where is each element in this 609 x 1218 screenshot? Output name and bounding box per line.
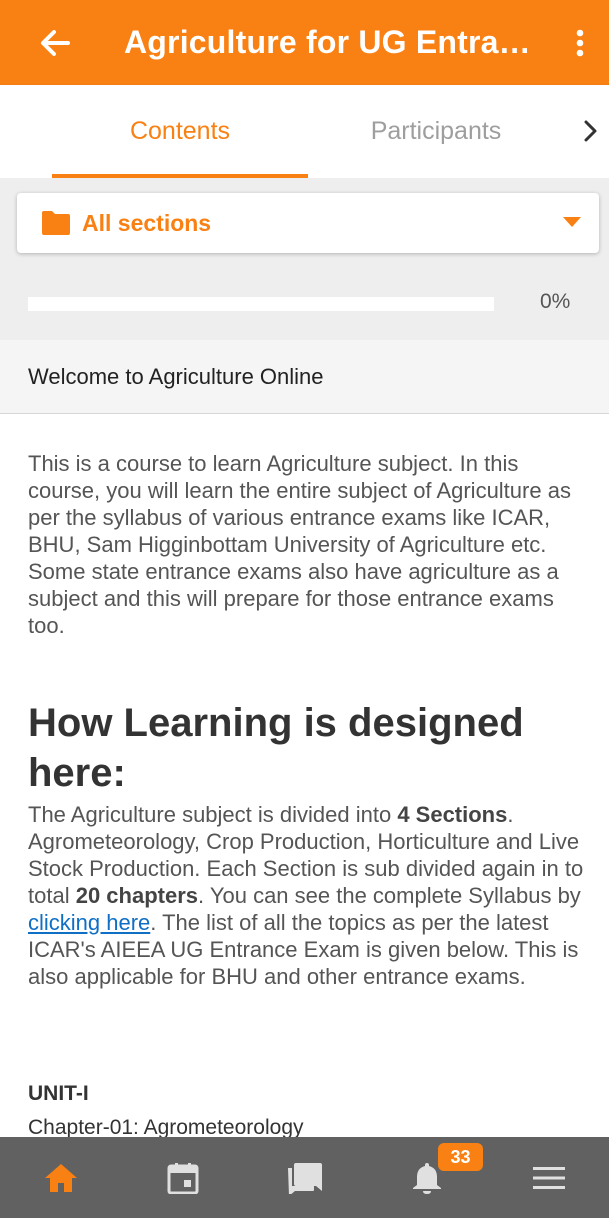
app-bar: Agriculture for UG Entrance Exams [0, 0, 609, 85]
course-progress-bar [28, 297, 494, 311]
tab-participants[interactable]: Participants [308, 85, 564, 178]
course-title: Agriculture for UG Entrance Exams [124, 24, 534, 60]
home-icon [45, 1163, 77, 1192]
course-intro-text: This is a course to learn Agriculture su… [28, 451, 571, 638]
back-button[interactable] [28, 16, 82, 70]
notification-count-badge: 33 [438, 1143, 483, 1171]
nav-messages-button[interactable] [244, 1137, 366, 1218]
bottom-navigation [0, 1137, 609, 1218]
section-header[interactable]: Welcome to Agriculture Online [0, 340, 609, 414]
folder-icon [42, 211, 70, 235]
tab-contents[interactable]: Contents [52, 85, 308, 178]
more-options-button[interactable] [565, 20, 595, 66]
design-text-3: . You can see the complete Syllabus by [198, 883, 581, 908]
calendar-icon [167, 1162, 199, 1194]
hamburger-menu-icon [533, 1166, 565, 1189]
nav-home-button[interactable] [0, 1137, 122, 1218]
tab-bar: Contents Participants [0, 85, 609, 178]
messages-icon [288, 1162, 322, 1194]
section-selector-label: All sections [82, 209, 212, 236]
arrow-left-icon [41, 29, 70, 56]
course-progress-text: 0% [540, 290, 571, 313]
section-selector[interactable]: All sections [17, 193, 599, 253]
design-text-1: The Agriculture subject is divided into [28, 802, 398, 827]
section-title: Welcome to Agriculture Online [28, 363, 324, 389]
chapters-count: 20 chapters [75, 883, 198, 908]
nav-menu-button[interactable] [488, 1137, 609, 1218]
chevron-right-icon [584, 120, 597, 142]
section-summary: This is a course to learn Agriculture su… [28, 450, 590, 1139]
unit-title: UNIT-I [28, 1082, 89, 1105]
sections-count: 4 Sections [397, 802, 508, 827]
nav-calendar-button[interactable] [122, 1137, 244, 1218]
design-description: The Agriculture subject is divided into … [28, 801, 590, 990]
tab-scroll-next-button[interactable] [572, 111, 608, 151]
more-vert-icon [576, 29, 584, 57]
design-heading: How Learning is designed here: [28, 701, 524, 795]
syllabus-link[interactable]: clicking here [28, 910, 150, 935]
caret-down-icon [563, 217, 581, 227]
